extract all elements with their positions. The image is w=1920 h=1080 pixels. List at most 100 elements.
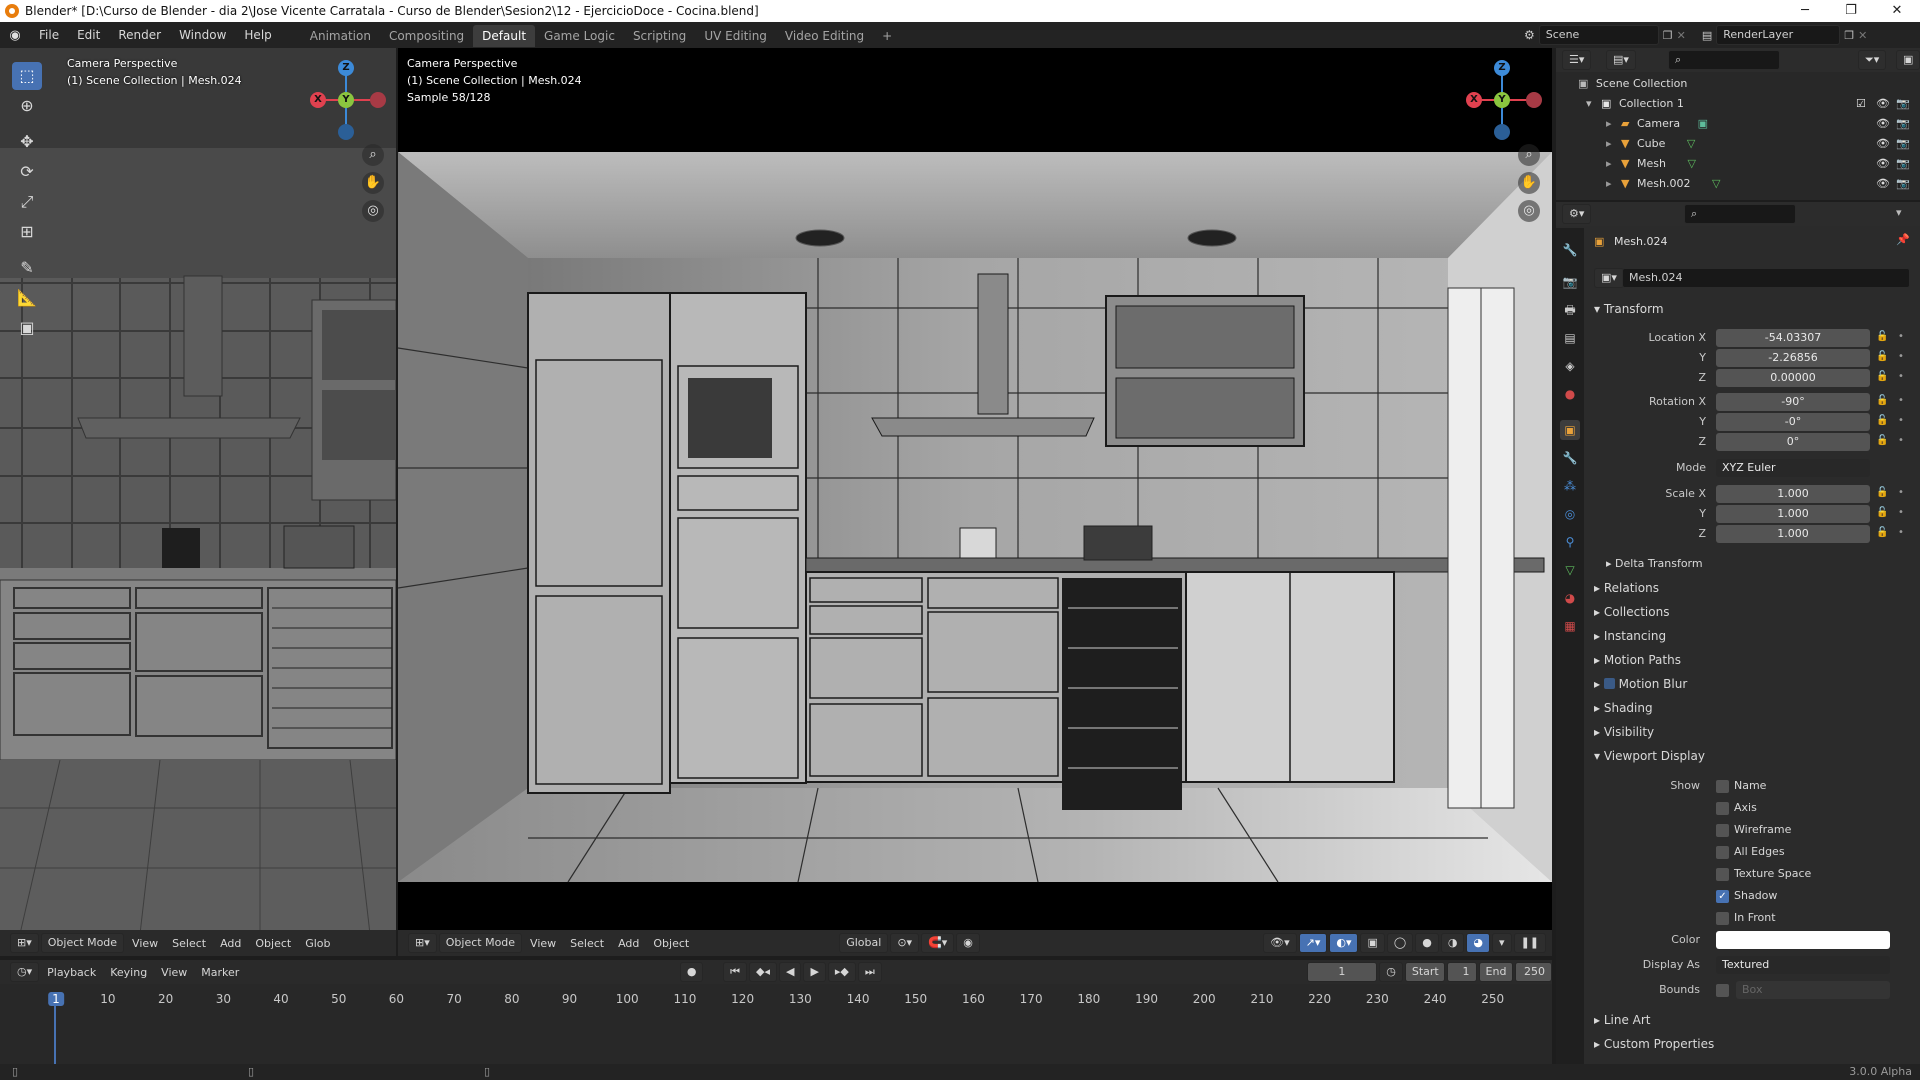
keyframe-dot-icon[interactable]: • [1898,507,1904,518]
main-gizmo-x-axis[interactable]: X [1466,92,1482,108]
keyframe-dot-icon[interactable]: • [1898,527,1904,538]
visibility-eye-icon[interactable]: 👁 [1876,154,1890,174]
show-name-checkbox[interactable] [1716,780,1729,793]
mesh-data-icon[interactable]: ▽ [1712,177,1720,190]
output-tab-icon[interactable]: 🖶 [1560,300,1580,320]
keyframe-dot-icon[interactable]: • [1898,351,1904,362]
jump-keyframe-forward-icon[interactable]: ▸◆ [827,962,856,982]
location-x-field[interactable]: -54.03307 [1716,329,1870,347]
expand-arrow-icon[interactable]: ▾ [1586,97,1592,110]
outliner-display-mode-icon[interactable]: ▤▾ [1606,50,1636,70]
delete-scene-icon[interactable]: ✕ [1677,29,1686,42]
properties-editor-type-icon[interactable]: ⚙▾ [1562,204,1592,224]
menu-help[interactable]: Help [235,22,280,48]
shading-solid-icon[interactable]: ● [1415,933,1439,953]
transform-tool[interactable]: ⊞ [12,218,42,246]
render-camera-icon[interactable]: 📷 [1896,174,1910,194]
overlay-toggle-icon[interactable]: ◐▾ [1329,933,1359,953]
play-icon[interactable]: ▶ [803,962,826,982]
show-shadow-checkbox[interactable]: ✓ [1716,890,1729,903]
collapse-arrow-icon[interactable]: ▸ [1606,117,1612,130]
rotation-x-field[interactable]: -90° [1716,393,1870,411]
rotation-mode-dropdown[interactable]: XYZ Euler [1716,459,1870,477]
render-tab-icon[interactable]: 📷 [1560,272,1580,292]
left-menu-object[interactable]: Object [249,937,297,950]
main-navigation-gizmo[interactable]: Z X Y [1462,60,1542,140]
collapse-arrow-icon[interactable]: ▸ [1606,157,1612,170]
show-all-edges-checkbox[interactable] [1716,846,1729,859]
timeline-menu-marker[interactable]: Marker [195,966,245,979]
main-menu-object[interactable]: Object [647,937,695,950]
visibility-eye-icon[interactable]: 👁 [1876,174,1890,194]
location-y-field[interactable]: -2.26856 [1716,349,1870,367]
keyframe-dot-icon[interactable]: • [1898,415,1904,426]
auto-keying-icon[interactable]: ● [679,962,704,982]
camera-view-icon[interactable]: ◎ [362,200,384,222]
motion-blur-checkbox[interactable] [1603,678,1615,689]
viewport-display-panel-header[interactable]: ▾ Viewport Display [1594,746,1705,766]
properties-search-input[interactable]: ⌕ [1684,204,1796,224]
current-frame-field[interactable]: 1 [1306,962,1378,982]
tab-scripting[interactable]: Scripting [624,25,695,47]
motion-blur-panel-header[interactable]: ▸ Motion Blur [1594,674,1687,694]
show-texture-space-checkbox[interactable] [1716,868,1729,881]
timeline-menu-playback[interactable]: Playback [41,966,102,979]
snap-icon[interactable]: 🧲▾ [921,933,955,953]
gizmo-toggle-icon[interactable]: ↗▾ [1298,933,1328,953]
menu-window[interactable]: Window [170,22,235,48]
custom-properties-panel-header[interactable]: ▸ Custom Properties [1594,1034,1714,1054]
tab-game-logic[interactable]: Game Logic [535,25,624,47]
mesh-data-icon[interactable]: ▽ [1687,137,1695,150]
main-gizmo-y-axis[interactable]: Y [1494,92,1510,108]
outliner-search-input[interactable]: ⌕ [1668,50,1780,70]
outliner-scene-collection[interactable]: ▣ Scene Collection [1556,74,1920,94]
tab-uv-editing[interactable]: UV Editing [695,25,776,47]
display-as-dropdown[interactable]: Textured [1716,956,1890,974]
main-menu-add[interactable]: Add [612,937,645,950]
collapse-arrow-icon[interactable]: ▸ [1606,177,1612,190]
collections-panel-header[interactable]: ▸ Collections [1594,602,1669,622]
menu-edit[interactable]: Edit [68,22,109,48]
shading-wireframe-icon[interactable]: ◯ [1386,933,1414,953]
lock-icon[interactable]: 🔓 [1876,487,1888,498]
outliner-editor-type-icon[interactable]: ☰▾ [1562,50,1592,70]
view-layer-tab-icon[interactable]: ▤ [1560,328,1580,348]
view-layer-icon[interactable]: ▤ [1702,29,1712,42]
scale-tool[interactable]: ⤢ [12,188,42,216]
left-3d-viewport[interactable]: Camera Perspective (1) Scene Collection … [0,48,396,934]
outliner-item-mesh-002[interactable]: ▸ ▼ Mesh.002 ▽ 👁 📷 [1556,174,1920,194]
lock-icon[interactable]: 🔓 [1876,435,1888,446]
lock-icon[interactable]: 🔓 [1876,507,1888,518]
render-camera-icon[interactable]: 📷 [1896,114,1910,134]
outliner-item-cube[interactable]: ▸ ▼ Cube ▽ 👁 📷 [1556,134,1920,154]
select-box-tool[interactable]: ⬚ [12,62,42,90]
timeline-editor[interactable]: ◷▾ Playback Keying View Marker ● ⏮ ◆◂ ◀ … [0,960,1553,1072]
show-axis-checkbox[interactable] [1716,802,1729,815]
transform-panel-header[interactable]: ▾ Transform [1594,299,1664,319]
main-zoom-icon[interactable]: ⌕ [1518,144,1540,166]
constraints-tab-icon[interactable]: ⚲ [1560,532,1580,552]
main-gizmo-neg-x-axis[interactable] [1526,92,1542,108]
jump-end-icon[interactable]: ⏭ [857,962,882,982]
physics-tab-icon[interactable]: ◎ [1560,504,1580,524]
end-frame-field[interactable]: 250 [1514,962,1553,982]
gizmo-x-axis[interactable]: X [310,92,326,108]
outliner-panel[interactable]: ☰▾ ▤▾ ⌕ ⏷▾ ▣ ▣ Scene Collection ▾ ▣ Coll… [1556,48,1920,200]
pin-icon[interactable]: 📌 [1896,233,1910,246]
modifier-tab-icon[interactable]: 🔧 [1560,448,1580,468]
gizmo-y-axis[interactable]: Y [338,92,354,108]
jump-start-icon[interactable]: ⏮ [723,962,747,982]
move-tool[interactable]: ✥ [12,128,42,156]
add-cube-tool[interactable]: ▣ [12,314,42,342]
new-view-layer-icon[interactable]: ❐ [1844,29,1854,42]
keyframe-dot-icon[interactable]: • [1898,435,1904,446]
close-button[interactable]: ✕ [1874,0,1920,22]
minimize-button[interactable]: ─ [1782,0,1828,22]
main-menu-view[interactable]: View [524,937,562,950]
tool-tab-icon[interactable]: 🔧 [1560,240,1580,260]
instancing-panel-header[interactable]: ▸ Instancing [1594,626,1666,646]
visibility-panel-header[interactable]: ▸ Visibility [1594,722,1654,742]
proportional-edit-icon[interactable]: ◉ [956,933,980,953]
visibility-eye-icon[interactable]: 👁 [1876,94,1890,114]
line-art-panel-header[interactable]: ▸ Line Art [1594,1010,1651,1030]
